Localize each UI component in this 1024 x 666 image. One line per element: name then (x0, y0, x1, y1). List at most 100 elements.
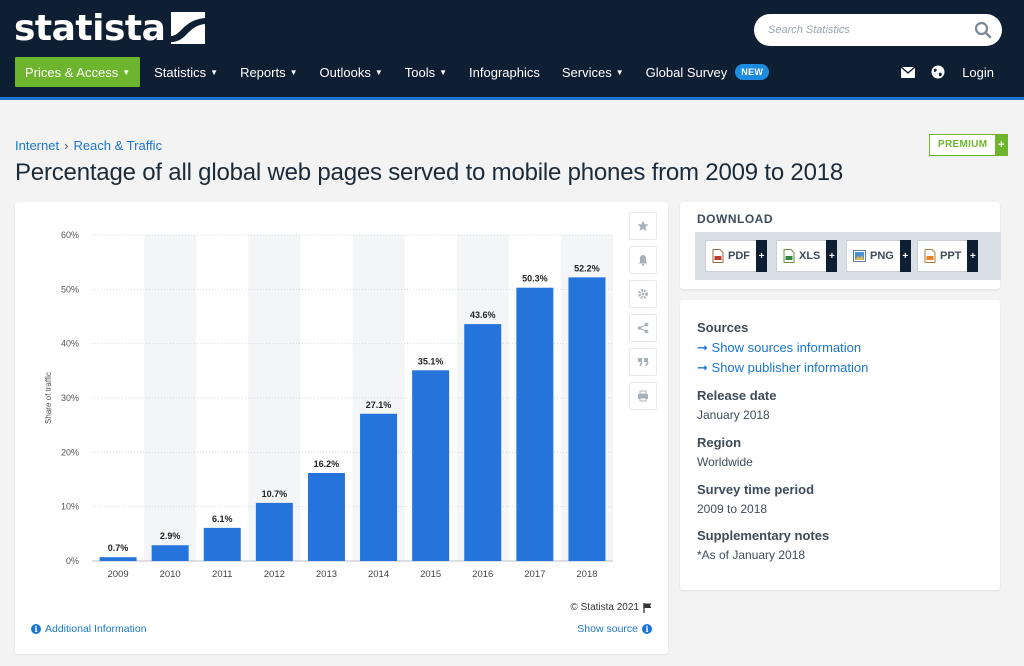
download-ppt-main: PPT (917, 240, 968, 272)
pdf-label: PDF (728, 250, 750, 262)
breadcrumb-internet[interactable]: Internet (15, 138, 59, 153)
ppt-file-icon (924, 249, 936, 263)
nav-statistics[interactable]: Statistics ▼ (154, 57, 218, 87)
details-card: Sources ➞ Show sources information ➞ Sho… (680, 300, 1000, 590)
bar (568, 277, 606, 561)
gear-icon (638, 289, 648, 299)
search-icon[interactable] (974, 21, 992, 39)
y-tick-label: 50% (61, 284, 79, 294)
download-xls-button[interactable]: XLS + (776, 240, 838, 272)
show-sources-link[interactable]: ➞ Show sources information (697, 340, 861, 356)
x-tick-label: 2015 (420, 569, 441, 580)
settings-button[interactable] (629, 280, 657, 308)
caret-down-icon: ▼ (210, 67, 219, 77)
download-pdf-main: PDF (705, 240, 756, 272)
cite-button[interactable] (629, 348, 657, 376)
bar-chart: 0% 10% 20% 30% 40% 50% 60% Share of traffic 0.7%… (44, 230, 613, 580)
new-badge: NEW (735, 64, 770, 80)
main-nav: Prices & Access ▼ Statistics ▼ Reports ▼ Ou… (15, 57, 791, 87)
bar (307, 472, 345, 561)
flag-icon[interactable] (643, 602, 652, 613)
share-icon (637, 322, 649, 334)
show-source-link[interactable]: Show source i (577, 623, 652, 635)
x-tick-label: 2014 (368, 569, 389, 580)
y-tick-label: 40% (61, 339, 79, 349)
y-tick-label: 30% (61, 393, 79, 403)
mail-icon[interactable] (900, 64, 916, 80)
star-icon (637, 220, 649, 231)
y-tick-label: 10% (61, 502, 79, 512)
x-tick-label: 2017 (524, 569, 545, 580)
bar-value-label: 6.1% (212, 514, 233, 524)
statista-logo[interactable]: statista (14, 8, 206, 49)
x-tick-label: 2009 (107, 569, 128, 580)
nav-label: Global Survey (645, 64, 728, 80)
download-title: DOWNLOAD (697, 212, 773, 226)
nav-right: Login (886, 57, 994, 87)
x-tick-label: 2011 (212, 569, 232, 580)
y-axis-title: Share of traffic (44, 372, 53, 424)
breadcrumb-separator: › (64, 138, 69, 153)
bar (99, 557, 137, 561)
info-icon: i (31, 624, 41, 634)
nav-label: Outlooks (319, 64, 371, 80)
nav-outlooks[interactable]: Outlooks ▼ (320, 57, 383, 87)
additional-info-link[interactable]: i Additional Information (31, 623, 147, 635)
plus-icon: + (826, 240, 838, 272)
bar-value-label: 2.9% (160, 531, 181, 541)
print-button[interactable] (629, 382, 657, 410)
download-pdf-button[interactable]: PDF + (705, 240, 767, 272)
y-tick-label: 20% (61, 447, 79, 457)
nav-label: Reports (240, 64, 286, 80)
bar-value-label: 27.1% (366, 400, 392, 410)
info-icon: i (642, 624, 652, 634)
nav-reports[interactable]: Reports ▼ (240, 57, 297, 87)
globe-icon[interactable] (930, 64, 946, 80)
show-publisher-label: Show publisher information (711, 360, 869, 375)
bar-value-label: 43.6% (470, 310, 496, 320)
page-title: Percentage of all global web pages serve… (15, 159, 844, 186)
download-png-button[interactable]: PNG + (846, 240, 911, 272)
breadcrumb-reach-traffic[interactable]: Reach & Traffic (73, 138, 162, 153)
nav-tools[interactable]: Tools ▼ (405, 57, 447, 87)
favorite-button[interactable] (629, 212, 657, 240)
login-link[interactable]: Login (962, 65, 994, 80)
survey-period-value: 2009 to 2018 (697, 502, 768, 516)
nav-prices-access[interactable]: Prices & Access ▼ (15, 57, 141, 87)
print-icon (638, 390, 648, 402)
page-content: Internet › Reach & Traffic PREMIUM + Percen… (0, 103, 1024, 666)
caret-down-icon: ▼ (289, 67, 298, 77)
chart-card: 0% 10% 20% 30% 40% 50% 60% Share of traffic 0.7%… (15, 202, 668, 654)
bar (464, 324, 502, 561)
bar-value-label: 35.1% (418, 356, 444, 366)
x-tick-label: 2018 (576, 569, 597, 580)
ppt-label: PPT (940, 250, 962, 262)
caret-down-icon: ▼ (374, 67, 383, 77)
nav-infographics[interactable]: Infographics (469, 57, 540, 87)
download-ppt-button[interactable]: PPT + (917, 240, 979, 272)
survey-period-label: Survey time period (697, 482, 815, 497)
nav-services[interactable]: Services ▼ (562, 57, 624, 87)
download-png-main: PNG (846, 240, 900, 272)
plus-icon: + (995, 135, 1008, 155)
bar-value-label: 52.2% (574, 263, 600, 273)
x-tick-label: 2013 (316, 569, 337, 580)
search-input[interactable] (768, 14, 968, 46)
nav-global-survey[interactable]: Global Survey NEW (646, 57, 770, 87)
premium-button[interactable]: PREMIUM + (929, 134, 1009, 156)
notification-button[interactable] (629, 246, 657, 274)
show-source-label: Show source (577, 623, 638, 635)
nav-label: Tools (404, 64, 436, 80)
show-publisher-link[interactable]: ➞ Show publisher information (697, 360, 868, 376)
plus-icon: + (967, 240, 979, 272)
x-tick-label: 2010 (160, 569, 181, 580)
nav-label: Statistics (154, 64, 207, 80)
additional-info-label: Additional Information (45, 623, 147, 635)
nav-label: Services (561, 64, 612, 80)
region-label: Region (697, 435, 742, 450)
share-button[interactable] (629, 314, 657, 342)
caret-down-icon: ▼ (122, 67, 131, 77)
caret-down-icon: ▼ (615, 67, 624, 77)
release-date-value: January 2018 (697, 408, 770, 422)
premium-label: PREMIUM (938, 139, 988, 150)
